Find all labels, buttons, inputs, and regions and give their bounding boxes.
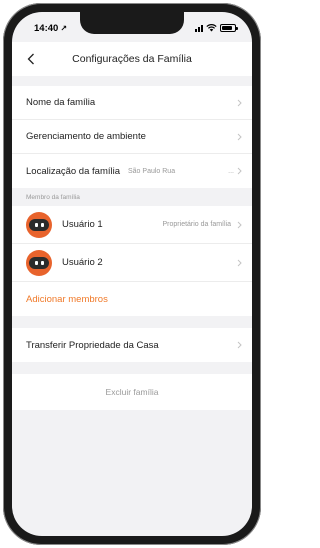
family-location-row[interactable]: Localização da família São Paulo Rua ... — [12, 154, 252, 188]
member-name: Usuário 2 — [62, 257, 103, 268]
nav-bar: Configurações da Família — [12, 42, 252, 76]
battery-icon — [220, 24, 238, 32]
room-management-row[interactable]: Gerenciamento de ambiente — [12, 120, 252, 154]
wifi-icon — [206, 24, 217, 32]
chevron-right-icon — [237, 341, 242, 349]
back-button[interactable] — [22, 50, 40, 68]
chevron-right-icon — [237, 259, 242, 267]
signal-icon — [195, 24, 203, 32]
chevron-left-icon — [27, 53, 34, 65]
phone-frame: 14:40 ↗ Configurações da Família Nome da… — [3, 3, 261, 545]
member-name: Usuário 1 — [62, 219, 103, 230]
members-section-header: Membro da família — [12, 188, 252, 206]
screen: 14:40 ↗ Configurações da Família Nome da… — [12, 12, 252, 536]
member-row[interactable]: Usuário 1 Proprietário da família — [12, 206, 252, 244]
avatar — [26, 211, 52, 238]
location-arrow-icon: ↗ — [60, 23, 68, 33]
family-location-label: Localização da família — [26, 165, 120, 177]
member-row[interactable]: Usuário 2 — [12, 244, 252, 282]
add-members-button[interactable]: Adicionar membros — [12, 282, 252, 316]
chevron-right-icon — [237, 99, 242, 107]
settings-list: Nome da família Gerenciamento de ambient… — [12, 86, 252, 410]
family-location-value: São Paulo Rua — [128, 167, 176, 175]
page-title: Configurações da Família — [72, 53, 192, 65]
section-divider — [12, 362, 252, 374]
notch — [80, 12, 184, 34]
chevron-right-icon — [237, 133, 242, 141]
add-members-label: Adicionar membros — [26, 293, 108, 305]
avatar — [26, 249, 52, 276]
member-role: Proprietário da família — [162, 221, 231, 228]
transfer-ownership-row[interactable]: Transferir Propriedade da Casa — [12, 328, 252, 362]
location-ellipsis: ... — [228, 167, 234, 175]
family-name-label: Nome da família — [26, 97, 96, 108]
delete-family-button[interactable]: Excluir família — [12, 374, 252, 410]
status-time: 14:40 — [34, 22, 59, 34]
chevron-right-icon — [237, 221, 242, 229]
section-divider — [12, 316, 252, 328]
delete-family-label: Excluir família — [105, 387, 159, 397]
chevron-right-icon — [237, 167, 242, 175]
family-name-row[interactable]: Nome da família — [12, 86, 252, 120]
transfer-ownership-label: Transferir Propriedade da Casa — [26, 339, 159, 351]
room-management-label: Gerenciamento de ambiente — [26, 131, 146, 142]
